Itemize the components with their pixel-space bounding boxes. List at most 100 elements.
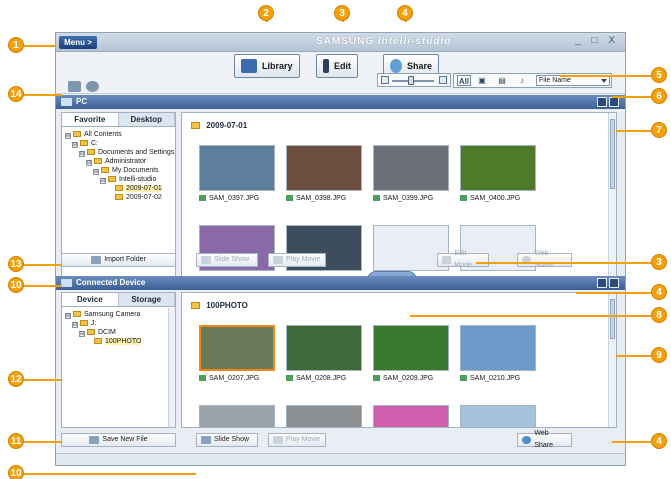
thumbnail-image[interactable] — [199, 325, 275, 371]
thumbnail-image[interactable] — [286, 405, 362, 427]
pc-panel-header: PC — [56, 95, 625, 109]
folder-icon — [101, 167, 109, 173]
slideshow-icon — [201, 256, 211, 264]
thumbnail-filename: SAM_0399.JPG — [383, 195, 434, 202]
pc-slideshow-button[interactable]: Slide Show — [196, 253, 258, 267]
zoom-slider[interactable] — [377, 73, 451, 87]
search-icon[interactable] — [86, 81, 99, 92]
device-tree-list: ⊟ Samsung Camera ⊟ J: ⊟ DCIM 100PHOTO — [65, 310, 165, 346]
thumbnail-image[interactable] — [373, 405, 449, 427]
callout-number: 3 — [651, 254, 667, 270]
photo-icon — [460, 375, 467, 381]
tab-storage[interactable]: Storage — [118, 293, 175, 306]
tree-node[interactable]: ⊟ Intelli-studio — [65, 175, 165, 184]
thumbnail-image[interactable] — [286, 145, 362, 191]
window-controls[interactable]: _ □ X — [575, 35, 619, 46]
tree-node[interactable]: ⊟ Samsung Camera — [65, 310, 165, 319]
thumbnail[interactable]: SAM_0400.JPG — [460, 145, 536, 202]
thumbnail[interactable]: SAM_0208.JPG — [286, 325, 362, 382]
device-webshare-button[interactable]: Web Share — [517, 430, 572, 449]
save-new-file-button[interactable]: Save New File — [61, 433, 176, 447]
minimize-panel-button[interactable] — [597, 97, 607, 107]
tree-node[interactable]: ⊟ All Contents — [65, 130, 165, 139]
thumbnail[interactable]: SAM_0210.JPG — [460, 325, 536, 382]
maximize-panel-button[interactable] — [609, 97, 619, 107]
pc-webshare-button[interactable]: Web Share — [517, 250, 572, 269]
scroll-thumb[interactable] — [610, 299, 615, 339]
folder-icon — [191, 302, 200, 309]
filter-voice-icon[interactable]: ♪ — [515, 75, 529, 86]
device-slideshow-button[interactable]: Slide Show — [196, 433, 258, 447]
pc-playmovie-label: Play Movie — [286, 256, 321, 263]
thumbnail[interactable]: SAM_0399.JPG — [373, 145, 449, 202]
thumbnail[interactable]: SAM_0398.JPG — [286, 145, 362, 202]
import-folder-button[interactable]: Import Folder — [61, 253, 176, 267]
tree-node[interactable]: ⊟ Administrator — [65, 157, 165, 166]
photo-icon — [199, 195, 206, 201]
device-playmovie-button[interactable]: Play Movie — [268, 433, 326, 447]
thumbnail[interactable] — [286, 405, 362, 427]
print-icon[interactable] — [68, 81, 81, 92]
tree-node-label: 100PHOTO — [105, 338, 142, 345]
thumbnail-caption: SAM_0400.JPG — [460, 195, 536, 202]
thumbnail[interactable]: SAM_0207.JPG — [199, 325, 275, 382]
menu-button[interactable]: Menu > — [59, 36, 97, 49]
thumbnail-image[interactable] — [460, 325, 536, 371]
folder-icon — [87, 149, 95, 155]
device-panel-view-buttons — [597, 278, 619, 288]
thumbnail-image[interactable] — [286, 325, 362, 371]
edit-mode-icon — [442, 256, 452, 264]
tab-favorite[interactable]: Favorite — [62, 113, 119, 126]
maximize-panel-button[interactable] — [609, 278, 619, 288]
device-tree-scrollbar[interactable] — [168, 308, 175, 427]
thumbnail[interactable] — [199, 405, 275, 427]
minimize-panel-button[interactable] — [597, 278, 607, 288]
pc-slideshow-label: Slide Show — [214, 256, 250, 263]
edit-button[interactable]: Edit — [316, 54, 358, 78]
tree-node[interactable]: ⊟ J: — [65, 319, 165, 328]
zoom-in-icon[interactable] — [439, 76, 447, 84]
callout-number: 9 — [651, 347, 667, 363]
tab-desktop[interactable]: Desktop — [118, 113, 175, 126]
callout-number: 5 — [651, 67, 667, 83]
thumbnail[interactable] — [460, 405, 536, 427]
thumbnail-image[interactable] — [460, 145, 536, 191]
edit-label: Edit — [334, 61, 351, 71]
filter-video-icon[interactable]: ▤ — [495, 75, 509, 86]
folder-icon — [115, 185, 123, 191]
callout-number: 13 — [8, 256, 24, 272]
thumbnail-image[interactable] — [373, 325, 449, 371]
device-grid-scrollbar[interactable] — [608, 293, 616, 427]
pc-playmovie-button[interactable]: Play Movie — [268, 253, 326, 267]
thumbnail[interactable] — [373, 405, 449, 427]
tree-node[interactable]: 2009-07-02 — [65, 193, 165, 202]
brand-product: Intelli-studio — [377, 36, 452, 47]
zoom-knob[interactable] — [408, 76, 414, 85]
monitor-icon — [61, 98, 72, 106]
thumbnail-filename: SAM_0209.JPG — [383, 375, 434, 382]
tree-node[interactable]: ⊟ My Documents — [65, 166, 165, 175]
thumbnail-image[interactable] — [199, 405, 275, 427]
edit-mode-button[interactable]: Edit Mode — [437, 250, 489, 269]
thumbnail[interactable]: SAM_0209.JPG — [373, 325, 449, 382]
tab-device[interactable]: Device — [62, 293, 119, 306]
tree-node[interactable]: 2009-07-01 — [65, 184, 165, 193]
filter-all-button[interactable]: All — [457, 75, 471, 86]
thumbnail-image[interactable] — [199, 145, 275, 191]
save-icon — [89, 436, 100, 444]
thumbnail-image[interactable] — [460, 405, 536, 427]
zoom-out-icon[interactable] — [381, 76, 389, 84]
tree-node[interactable]: 100PHOTO — [65, 337, 165, 346]
thumbnail-image[interactable] — [373, 145, 449, 191]
folder-icon — [80, 320, 88, 326]
filter-photo-icon[interactable]: ▣ — [475, 75, 489, 86]
pc-grid-scrollbar[interactable] — [608, 113, 616, 277]
pc-grid-folder-title: 2009-07-01 — [191, 121, 247, 130]
tree-node[interactable]: ⊟ Documents and Settings — [65, 148, 174, 157]
scroll-thumb[interactable] — [610, 119, 615, 189]
tree-node[interactable]: ⊟ C: — [65, 139, 165, 148]
library-button[interactable]: Library — [234, 54, 300, 78]
import-folder-label: Import Folder — [104, 256, 146, 263]
thumbnail[interactable]: SAM_0397.JPG — [199, 145, 275, 202]
tree-node[interactable]: ⊟ DCIM — [65, 328, 165, 337]
